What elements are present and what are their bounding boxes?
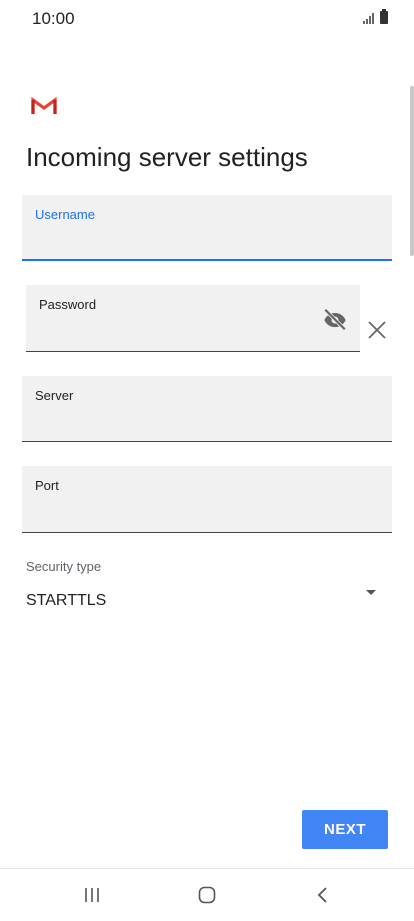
status-bar: 10:00 bbox=[0, 0, 414, 40]
password-label: Password bbox=[39, 297, 97, 312]
username-input[interactable] bbox=[35, 229, 379, 251]
recents-button[interactable] bbox=[62, 869, 122, 921]
signal-icon bbox=[363, 12, 374, 24]
visibility-off-icon[interactable] bbox=[322, 306, 348, 332]
page-title: Incoming server settings bbox=[26, 142, 308, 172]
username-field[interactable]: Username bbox=[22, 195, 392, 261]
server-label: Server bbox=[35, 388, 74, 403]
next-button[interactable]: NEXT bbox=[302, 810, 388, 849]
username-label: Username bbox=[35, 207, 95, 222]
close-icon[interactable] bbox=[366, 319, 388, 341]
password-input[interactable] bbox=[39, 321, 312, 343]
security-type-dropdown[interactable]: STARTTLS bbox=[22, 582, 392, 622]
port-input[interactable] bbox=[35, 502, 379, 524]
port-field[interactable]: Port bbox=[22, 466, 392, 533]
scrollbar[interactable] bbox=[410, 86, 414, 256]
server-field[interactable]: Server bbox=[22, 376, 392, 442]
gmail-logo-icon bbox=[31, 96, 57, 114]
dropdown-arrow-icon bbox=[366, 590, 376, 595]
port-label: Port bbox=[35, 478, 59, 493]
security-type-value: STARTTLS bbox=[26, 592, 107, 609]
server-input[interactable] bbox=[35, 411, 379, 433]
status-icons bbox=[363, 9, 388, 24]
battery-icon bbox=[380, 9, 388, 24]
navigation-bar bbox=[0, 868, 414, 921]
back-icon bbox=[317, 887, 327, 903]
back-button[interactable] bbox=[293, 869, 353, 921]
home-button[interactable] bbox=[177, 869, 237, 921]
status-time: 10:00 bbox=[32, 9, 75, 28]
security-type-label: Security type bbox=[26, 559, 102, 574]
recents-icon bbox=[85, 888, 99, 902]
password-field[interactable]: Password bbox=[26, 285, 360, 352]
home-icon bbox=[198, 886, 216, 904]
